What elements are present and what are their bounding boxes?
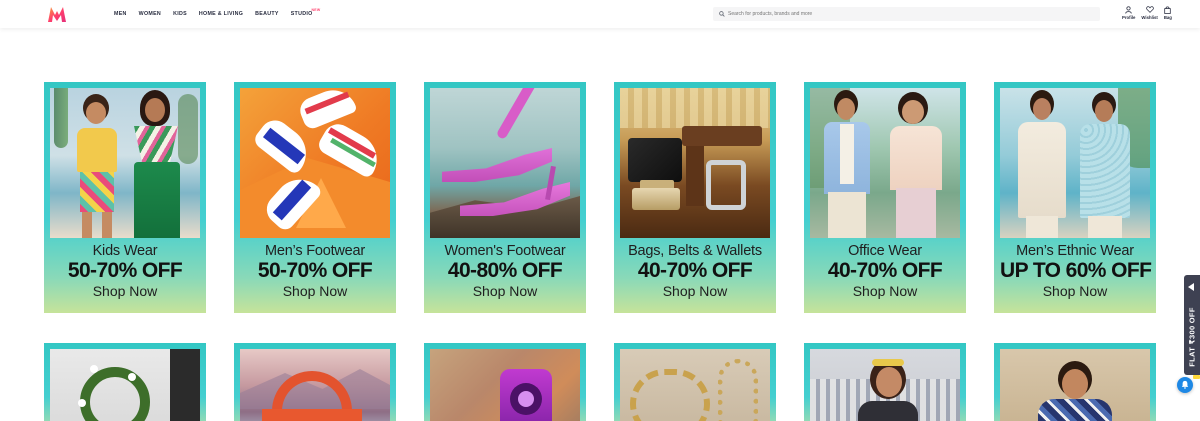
mens-ethnic-photo (1000, 88, 1150, 238)
shop-now-link[interactable]: Shop Now (430, 283, 580, 299)
header-actions: Profile Wishlist Bag (1122, 5, 1178, 20)
bell-icon (1181, 376, 1189, 394)
flat-offer-label: FLAT ₹300 OFF (1187, 307, 1197, 367)
nav-home-living[interactable]: HOME & LIVING (199, 11, 243, 17)
promo-tile-plus-size[interactable] (804, 343, 966, 421)
nav-kids[interactable]: KIDS (173, 11, 187, 17)
main-nav: MEN WOMEN KIDS HOME & LIVING BEAUTY STUD… (114, 0, 325, 28)
top-header: MEN WOMEN KIDS HOME & LIVING BEAUTY STUD… (0, 0, 1200, 28)
shop-now-link[interactable]: Shop Now (50, 283, 200, 299)
home-decor-photo (50, 349, 200, 421)
tile-discount: UP TO 60% OFF (1000, 259, 1152, 282)
tile-title: Bags, Belts & Wallets (628, 243, 762, 259)
tile-title: Men’s Ethnic Wear (1016, 243, 1134, 259)
promo-tile-mens-ethnic-wear[interactable]: Men’s Ethnic Wear UP TO 60% OFF Shop Now (994, 82, 1156, 313)
flat-offer-tab[interactable]: FLAT ₹300 OFF (1184, 275, 1200, 375)
mens-footwear-photo (240, 88, 390, 238)
profile-label: Profile (1122, 15, 1136, 20)
nav-women[interactable]: WOMEN (139, 11, 161, 17)
wishlist-label: Wishlist (1141, 15, 1158, 20)
tile-title: Office Wear (848, 243, 922, 259)
shop-now-link[interactable]: Shop Now (1000, 283, 1150, 299)
promo-tile-jewellery[interactable] (614, 343, 776, 421)
tile-discount: 50-70% OFF (67, 259, 183, 282)
profile-icon (1125, 5, 1132, 14)
promo-tile-office-wear[interactable]: Office Wear 40-70% OFF Shop Now (804, 82, 966, 313)
promo-tile-kids-wear[interactable]: Kids Wear 50-70% OFF Shop Now (44, 82, 206, 313)
tile-discount: 40-80% OFF (447, 259, 563, 282)
jewellery-photo (620, 349, 770, 421)
search-bar[interactable] (713, 7, 1100, 21)
kids-wear-photo (50, 88, 200, 238)
tile-discount: 40-70% OFF (637, 259, 753, 282)
myntra-logo[interactable] (47, 5, 67, 23)
tile-title: Women's Footwear (444, 243, 566, 259)
bag-button[interactable]: Bag (1164, 5, 1172, 20)
tile-title: Men’s Footwear (264, 243, 366, 259)
speakers-photo (430, 349, 580, 421)
nav-studio[interactable]: STUDIO NEW (291, 8, 321, 17)
notification-button[interactable] (1177, 377, 1193, 393)
shop-now-link[interactable]: Shop Now (240, 283, 390, 299)
heart-icon (1145, 5, 1154, 14)
wishlist-button[interactable]: Wishlist (1141, 5, 1158, 20)
promo-tile-handbags[interactable] (234, 343, 396, 421)
promo-tile-home-decor[interactable] (44, 343, 206, 421)
office-wear-photo (810, 88, 960, 238)
new-badge: NEW (311, 8, 321, 12)
bags-belts-photo (620, 88, 770, 238)
promo-tile-speakers[interactable] (424, 343, 586, 421)
shop-now-link[interactable]: Shop Now (810, 283, 960, 299)
womens-footwear-photo (430, 88, 580, 238)
nav-men[interactable]: MEN (114, 11, 127, 17)
mens-shirts-photo (1000, 349, 1150, 421)
tile-discount: 50-70% OFF (257, 259, 373, 282)
promo-tile-mens-footwear[interactable]: Men’s Footwear 50-70% OFF Shop Now (234, 82, 396, 313)
tile-title: Kids Wear (92, 243, 158, 259)
search-input[interactable] (728, 8, 1088, 20)
bag-icon (1164, 5, 1172, 14)
profile-button[interactable]: Profile (1122, 5, 1135, 20)
plus-size-photo (810, 349, 960, 421)
nav-beauty[interactable]: BEAUTY (255, 11, 279, 17)
shop-now-link[interactable]: Shop Now (620, 283, 770, 299)
promo-tile-bags-belts-wallets[interactable]: Bags, Belts & Wallets 40-70% OFF Shop No… (614, 82, 776, 313)
search-icon[interactable] (715, 7, 728, 21)
promo-tile-mens-shirts[interactable] (994, 343, 1156, 421)
handbags-photo (240, 349, 390, 421)
bag-label: Bag (1163, 15, 1172, 20)
promo-tile-womens-footwear[interactable]: Women's Footwear 40-80% OFF Shop Now (424, 82, 586, 313)
collapse-arrow-icon (1188, 283, 1194, 291)
notification-badge (1193, 375, 1200, 379)
tile-discount: 40-70% OFF (827, 259, 943, 282)
